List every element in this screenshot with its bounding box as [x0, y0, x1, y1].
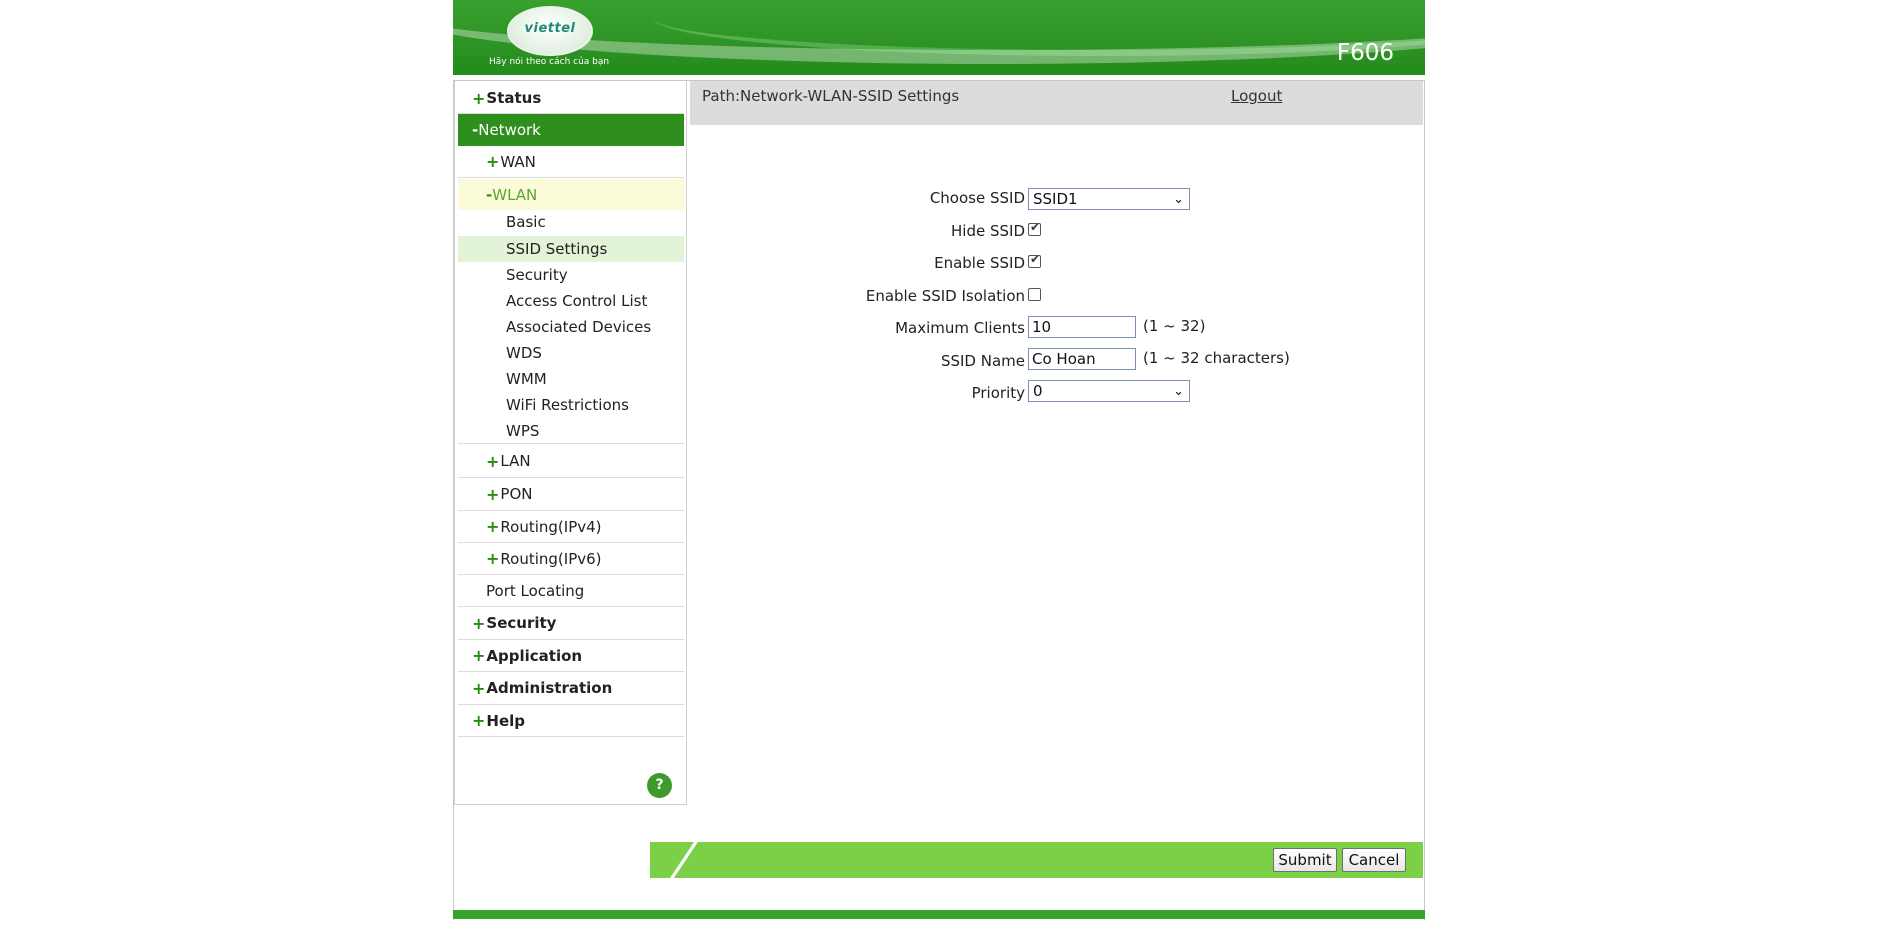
header-banner: viettel Hãy nói theo cách của bạn F606 — [453, 0, 1425, 75]
sidebar-item-basic[interactable]: Basic — [458, 209, 684, 235]
sidebar-item-wps[interactable]: WPS — [458, 418, 684, 444]
sidebar-item-help[interactable]: + Help — [458, 705, 684, 737]
ssid-isolation-label: Enable SSID Isolation — [865, 287, 1025, 305]
help-icon[interactable]: ? — [647, 773, 672, 798]
sidebar-item-application[interactable]: + Application — [458, 640, 684, 672]
sidebar-item-security[interactable]: + Security — [458, 607, 684, 640]
sidebar-item-wlan[interactable]: - WLAN — [458, 179, 684, 210]
main-content: Path:Network-WLAN-SSID Settings Logout C… — [686, 81, 1423, 804]
enable-ssid-label: Enable SSID — [934, 254, 1025, 272]
ssid-name-input[interactable]: Co Hoan — [1028, 348, 1136, 370]
logo-tagline: Hãy nói theo cách của bạn — [489, 57, 610, 67]
checkmark-icon: ✔ — [1030, 252, 1041, 266]
sidebar-item-label: Administration — [486, 679, 613, 697]
sidebar-item-security-wlan[interactable]: Security — [458, 262, 684, 288]
sidebar-item-associated-devices[interactable]: Associated Devices — [458, 314, 684, 340]
logout-link[interactable]: Logout — [1231, 87, 1282, 105]
sidebar-item-label: WAN — [500, 152, 536, 171]
footer-green-strip — [453, 910, 1425, 919]
sidebar-item-port-locating[interactable]: Port Locating — [458, 575, 684, 607]
max-clients-hint: (1 ~ 32) — [1143, 317, 1206, 335]
sidebar-item-label: Status — [486, 89, 542, 107]
ssid-name-label: SSID Name — [940, 352, 1025, 370]
sidebar-item-label: Application — [486, 646, 583, 665]
breadcrumb: Path:Network-WLAN-SSID Settings — [702, 87, 960, 105]
enable-ssid-checkbox[interactable]: ✔ — [1028, 252, 1041, 268]
sidebar-item-label: Security — [486, 614, 557, 632]
logo-wordmark: viettel — [524, 21, 576, 36]
breadcrumb-bar: Path:Network-WLAN-SSID Settings Logout — [690, 81, 1423, 125]
hide-ssid-label: Hide SSID — [951, 222, 1025, 240]
sidebar-item-lan[interactable]: + LAN — [458, 445, 684, 478]
checkmark-icon: ✔ — [1030, 220, 1041, 234]
choose-ssid-value: SSID1 — [1033, 190, 1078, 208]
expand-icon: + — [472, 646, 486, 665]
priority-label: Priority — [971, 384, 1025, 402]
expand-icon: + — [486, 484, 500, 504]
expand-icon: + — [472, 678, 486, 698]
expand-icon: + — [486, 451, 500, 471]
expand-icon: + — [486, 549, 500, 568]
device-model: F606 — [1336, 40, 1394, 66]
sidebar-item-access-control-list[interactable]: Access Control List — [458, 288, 684, 314]
priority-value: 0 — [1033, 382, 1043, 400]
sidebar-item-label: Routing(IPv6) — [500, 549, 602, 568]
sidebar-item-label: LAN — [500, 452, 531, 470]
submit-button[interactable]: Submit — [1273, 848, 1337, 872]
expand-icon: + — [472, 88, 486, 108]
expand-icon: + — [486, 152, 500, 171]
sidebar-item-label: Routing(IPv4) — [500, 517, 602, 536]
expand-icon: + — [472, 711, 486, 730]
choose-ssid-select[interactable]: SSID1 ⌄ — [1028, 188, 1190, 210]
sidebar-item-routing-ipv4[interactable]: + Routing(IPv4) — [458, 511, 684, 543]
router-admin-frame: viettel Hãy nói theo cách của bạn F606 +… — [453, 0, 1425, 921]
max-clients-label: Maximum Clients — [895, 319, 1025, 337]
cancel-button[interactable]: Cancel — [1342, 848, 1406, 872]
sidebar-item-pon[interactable]: + PON — [458, 478, 684, 511]
chevron-down-icon: ⌄ — [1173, 192, 1184, 207]
viettel-logo: viettel — [507, 6, 593, 56]
ssid-isolation-checkbox[interactable] — [1028, 288, 1041, 301]
ssid-name-hint: (1 ~ 32 characters) — [1143, 349, 1290, 367]
sidebar-item-label: Help — [486, 711, 526, 730]
sidebar-item-label: Network — [478, 121, 541, 139]
expand-icon: + — [486, 517, 500, 536]
hide-ssid-checkbox[interactable]: ✔ — [1028, 220, 1041, 236]
sidebar-item-wds[interactable]: WDS — [458, 340, 684, 366]
sidebar-item-ssid-settings[interactable]: SSID Settings — [458, 236, 684, 262]
sidebar-item-label: PON — [500, 485, 533, 503]
sidebar-item-network[interactable]: - Network — [458, 114, 684, 146]
expand-icon: + — [472, 613, 486, 633]
sidebar-item-wan[interactable]: + WAN — [458, 146, 684, 178]
sidebar-nav: + Status - Network + WAN - WLAN Basic SSID S… — [454, 81, 687, 805]
sidebar-item-label: Port Locating — [486, 581, 585, 600]
priority-select[interactable]: 0 ⌄ — [1028, 380, 1190, 402]
sidebar-item-wifi-restrictions[interactable]: WiFi Restrictions — [458, 392, 684, 418]
sidebar-item-status[interactable]: + Status — [458, 83, 684, 114]
sidebar-item-routing-ipv6[interactable]: + Routing(IPv6) — [458, 543, 684, 575]
max-clients-input[interactable]: 10 — [1028, 316, 1136, 338]
footer-slash-decoration — [650, 842, 720, 878]
sidebar-item-wmm[interactable]: WMM — [458, 366, 684, 392]
sidebar-item-label: WLAN — [492, 185, 538, 204]
choose-ssid-label: Choose SSID — [929, 189, 1025, 207]
sidebar-item-administration[interactable]: + Administration — [458, 672, 684, 705]
chevron-down-icon: ⌄ — [1173, 384, 1184, 399]
